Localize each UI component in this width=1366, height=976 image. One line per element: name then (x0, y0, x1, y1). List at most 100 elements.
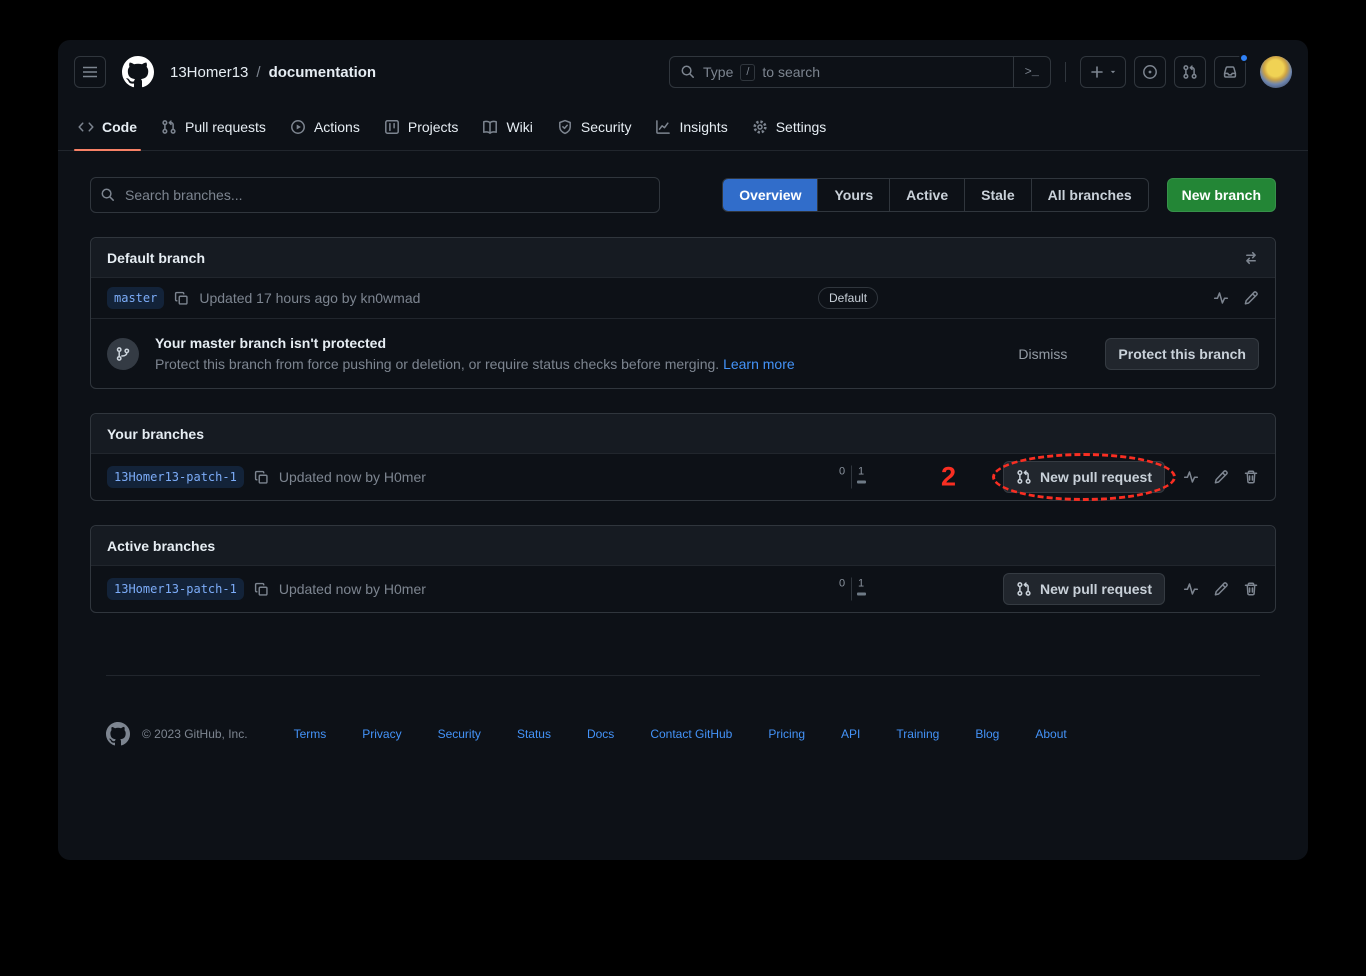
create-new-button[interactable] (1080, 56, 1126, 88)
branch-name-link[interactable]: 13Homer13-patch-1 (107, 466, 244, 488)
search-placeholder-prefix: Type (703, 64, 733, 80)
row-actions (1213, 290, 1259, 306)
github-home-link[interactable] (122, 56, 154, 88)
tab-label: Security (581, 119, 632, 135)
delete-branch-button[interactable] (1243, 469, 1259, 485)
delete-branch-button[interactable] (1243, 581, 1259, 597)
branch-name-link[interactable]: master (107, 287, 164, 309)
copy-branch-name-button[interactable] (174, 291, 189, 306)
hamburger-menu-button[interactable] (74, 56, 106, 88)
branch-activity-button[interactable] (1183, 469, 1199, 485)
filter-yours[interactable]: Yours (817, 179, 889, 211)
active-branches-card: Active branches 13Homer13-patch-1 Update… (90, 525, 1276, 613)
breadcrumb-separator: / (256, 64, 260, 81)
protect-branch-button[interactable]: Protect this branch (1105, 338, 1259, 370)
copy-branch-name-button[interactable] (254, 470, 269, 485)
tab-projects[interactable]: Projects (374, 104, 469, 150)
footer-link-blog[interactable]: Blog (975, 727, 999, 741)
tab-security[interactable]: Security (547, 104, 642, 150)
rename-branch-button[interactable] (1213, 581, 1229, 597)
ahead-count: 1 (854, 578, 868, 596)
new-pull-request-button[interactable]: New pull request (1003, 573, 1165, 605)
default-branch-card: Default branch master Updated 17 hours a… (90, 237, 1276, 389)
pull-requests-button[interactable] (1174, 56, 1206, 88)
tab-label: Insights (679, 119, 727, 135)
pulse-icon (1213, 290, 1229, 306)
rename-branch-button[interactable] (1243, 290, 1259, 306)
global-search[interactable]: Type / to search >_ (669, 56, 1051, 88)
tab-pull-requests[interactable]: Pull requests (151, 104, 276, 150)
pencil-icon (1213, 469, 1229, 485)
breadcrumb-repo[interactable]: documentation (269, 64, 377, 81)
new-pull-request-button[interactable]: New pull request (1003, 461, 1165, 493)
app-header: 13Homer13 / documentation Type / to sear… (58, 40, 1308, 104)
protection-description: Protect this branch from force pushing o… (155, 356, 1002, 372)
learn-more-link[interactable]: Learn more (723, 356, 795, 372)
command-palette-button[interactable]: >_ (1013, 57, 1050, 87)
branch-search-input[interactable] (90, 177, 660, 213)
branch-updated-text: Updated now by H0mer (279, 469, 426, 485)
pencil-icon (1213, 581, 1229, 597)
tab-wiki[interactable]: Wiki (472, 104, 542, 150)
graph-icon (655, 119, 671, 135)
footer-row: © 2023 GitHub, Inc. Terms Privacy Securi… (106, 722, 1260, 746)
project-icon (384, 119, 400, 135)
tab-label: Actions (314, 119, 360, 135)
search-icon (100, 187, 116, 203)
footer-link-training[interactable]: Training (896, 727, 939, 741)
tab-label: Pull requests (185, 119, 266, 135)
branch-row-patch-1: 13Homer13-patch-1 Updated now by H0mer 0… (91, 454, 1275, 500)
tab-code[interactable]: Code (68, 104, 147, 150)
gear-icon (752, 119, 768, 135)
rename-branch-button[interactable] (1213, 469, 1229, 485)
pulse-icon (1183, 581, 1199, 597)
issues-button[interactable] (1134, 56, 1166, 88)
copy-icon (254, 582, 269, 597)
footer-link-security[interactable]: Security (438, 727, 481, 741)
new-branch-button[interactable]: New branch (1167, 178, 1276, 212)
inbox-button[interactable] (1214, 56, 1246, 88)
filter-stale[interactable]: Stale (964, 179, 1030, 211)
footer-link-status[interactable]: Status (517, 727, 551, 741)
footer-github-logo-link[interactable] (106, 722, 130, 746)
branch-updated-text: Updated 17 hours ago by kn0wmad (199, 290, 420, 306)
breadcrumb-owner[interactable]: 13Homer13 (170, 64, 248, 81)
branch-row-patch-1: 13Homer13-patch-1 Updated now by H0mer 0… (91, 566, 1275, 612)
row-actions (1183, 581, 1259, 597)
hamburger-icon (82, 64, 98, 80)
global-search-placeholder: Type / to search (670, 64, 1013, 81)
github-logo-icon (122, 56, 154, 88)
footer-link-docs[interactable]: Docs (587, 727, 614, 741)
footer-link-contact-github[interactable]: Contact GitHub (650, 727, 732, 741)
tab-settings[interactable]: Settings (742, 104, 837, 150)
footer-link-about[interactable]: About (1035, 727, 1066, 741)
filter-overview[interactable]: Overview (723, 179, 817, 211)
branches-page: Overview Yours Active Stale All branches… (58, 151, 1308, 746)
footer-link-api[interactable]: API (841, 727, 860, 741)
footer-link-privacy[interactable]: Privacy (362, 727, 401, 741)
slash-keycap: / (740, 64, 755, 81)
footer-link-terms[interactable]: Terms (294, 727, 327, 741)
dismiss-button[interactable]: Dismiss (1018, 346, 1067, 362)
annotation-step-number: 2 (941, 462, 956, 493)
branch-activity-button[interactable] (1183, 581, 1199, 597)
ahead-count: 1 (854, 466, 868, 484)
github-logo-icon (106, 722, 130, 746)
copy-branch-name-button[interactable] (254, 582, 269, 597)
tab-label: Settings (776, 119, 827, 135)
avatar[interactable] (1260, 56, 1292, 88)
branch-activity-button[interactable] (1213, 290, 1229, 306)
branch-name-link[interactable]: 13Homer13-patch-1 (107, 578, 244, 600)
active-branches-header: Active branches (91, 526, 1275, 566)
branch-updated-text: Updated now by H0mer (279, 581, 426, 597)
change-default-branch-button[interactable] (1243, 250, 1259, 266)
tab-insights[interactable]: Insights (645, 104, 737, 150)
branches-toolbar: Overview Yours Active Stale All branches… (90, 177, 1276, 213)
plus-icon (1089, 64, 1105, 80)
new-pull-request-label: New pull request (1040, 469, 1152, 485)
footer-link-pricing[interactable]: Pricing (768, 727, 805, 741)
your-branches-card: Your branches 13Homer13-patch-1 Updated … (90, 413, 1276, 501)
tab-actions[interactable]: Actions (280, 104, 370, 150)
filter-active[interactable]: Active (889, 179, 964, 211)
filter-all-branches[interactable]: All branches (1031, 179, 1148, 211)
